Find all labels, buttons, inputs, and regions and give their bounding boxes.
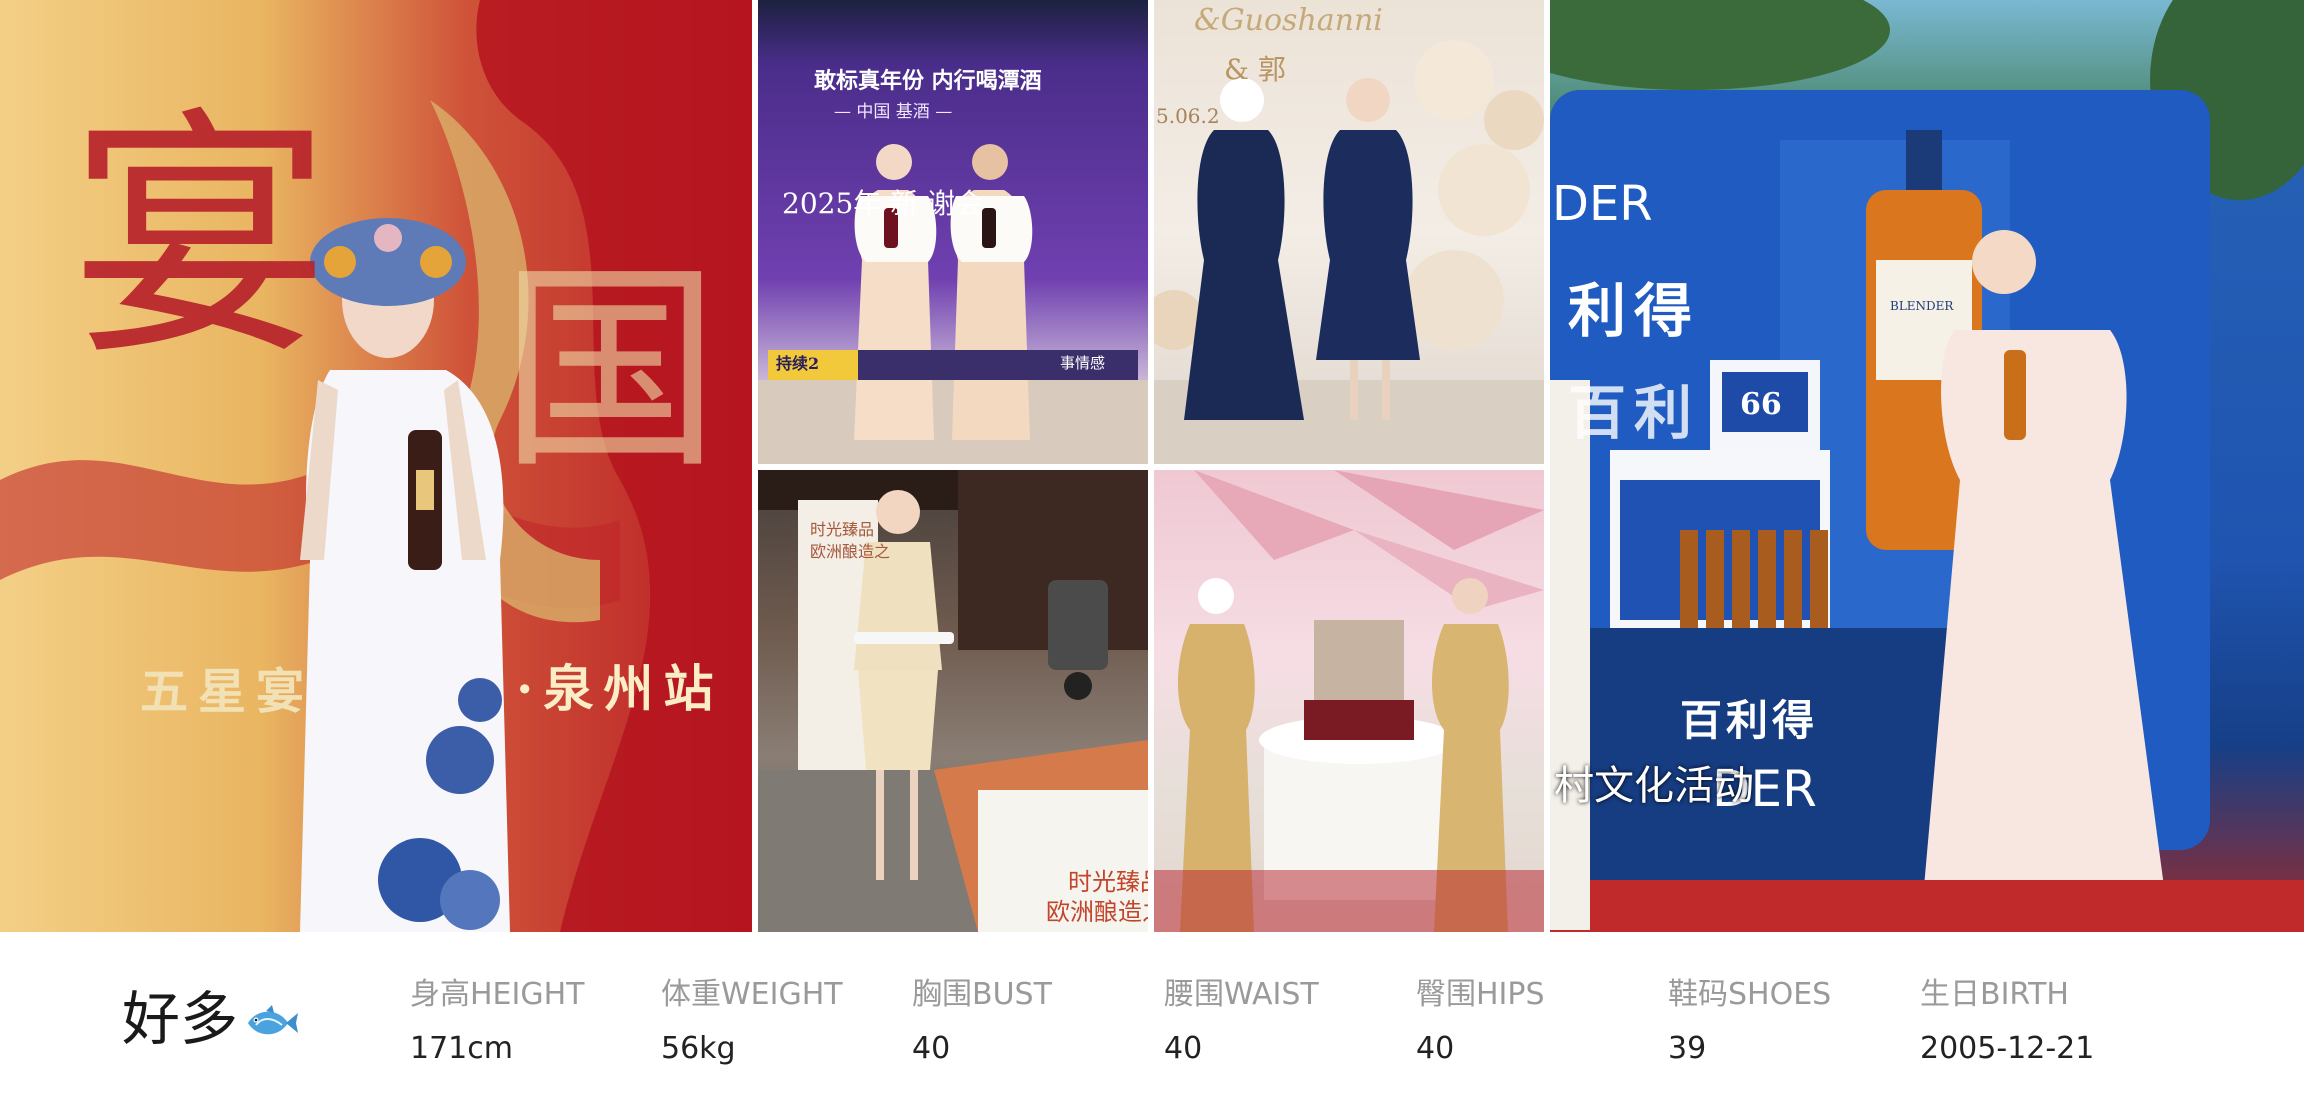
stat-label: 胸围BUST xyxy=(912,977,1052,1012)
photo-3-graphic xyxy=(1154,40,1544,464)
table-line-2: 欧洲酿造之 xyxy=(1046,898,1148,926)
poster-line-1: 时光臻品 xyxy=(810,520,875,539)
overlay-text: 村文化活动 xyxy=(1554,763,1754,809)
photo-navy-dresses[interactable]: &Guoshanni & 郭 5.06.2 xyxy=(1154,0,1544,464)
stat-label: 臀围HIPS xyxy=(1416,977,1545,1012)
stage-banner-right: 事情感 xyxy=(1060,354,1106,372)
stat-waist: 腰围WAIST 40 xyxy=(1164,980,1319,1064)
stat-label: 生日BIRTH xyxy=(1920,977,2069,1012)
calligraphy-text-2: 国 xyxy=(500,242,721,498)
stat-weight: 体重WEIGHT 56kg xyxy=(661,980,843,1064)
stat-bust: 胸围BUST 40 xyxy=(912,980,1052,1064)
wedding-names: & 郭 xyxy=(1224,53,1286,86)
stat-value: 40 xyxy=(912,1031,951,1066)
wedding-date: 5.06.2 xyxy=(1156,104,1220,128)
caption-left: 五星宴 xyxy=(140,664,315,720)
brand-cn-1: 利得 xyxy=(1568,277,1701,345)
stat-shoes: 鞋码SHOES 39 xyxy=(1668,980,1831,1064)
caption-right: ·泉州站 xyxy=(516,659,724,718)
brand-cn-2: 百利 xyxy=(1568,379,1701,447)
box-label: 66 xyxy=(1740,387,1782,422)
brand-en-top: DER xyxy=(1552,176,1653,232)
model-name-row: 好多 xyxy=(122,990,299,1048)
photo-suit-tray[interactable]: 时光臻品 欧洲酿造之 时光臻品 欧洲酿造之 xyxy=(758,470,1148,932)
table-line-1: 时光臻品 xyxy=(1068,868,1148,896)
model-name: 好多 xyxy=(122,985,239,1053)
photo-gold-dresses[interactable] xyxy=(1154,470,1544,932)
stat-label: 身高HEIGHT xyxy=(410,977,585,1012)
stat-value: 39 xyxy=(1668,1031,1707,1066)
poster-line-2: 欧洲酿造之 xyxy=(810,542,891,561)
stat-value: 40 xyxy=(1416,1031,1455,1066)
stat-value: 40 xyxy=(1164,1031,1203,1066)
photo-4-graphic xyxy=(758,470,1148,932)
stat-value: 56kg xyxy=(661,1031,736,1066)
photo-blender-promo[interactable]: DER 利得 百利 BLENDER 66 百利得 DER 村文化活动 xyxy=(1550,0,2304,932)
stage-title: 2025年 新 谢会 xyxy=(782,187,984,220)
wedding-script: &Guoshanni xyxy=(1194,3,1383,38)
stat-label: 鞋码SHOES xyxy=(1668,977,1832,1012)
stat-label: 体重WEIGHT xyxy=(661,977,843,1012)
fish-icon xyxy=(242,994,299,1035)
stat-height: 身高HEIGHT 171cm xyxy=(410,980,585,1064)
photo-stage-event[interactable]: 敢标真年份 内行喝潭酒 — 中国 基酒 — 2025年 新 谢会 持续2 事情感 xyxy=(758,0,1148,464)
table-brand-cn: 百利得 xyxy=(1680,696,1819,745)
stat-label: 腰围WAIST xyxy=(1164,977,1319,1012)
stage-subtitle: — 中国 基酒 — xyxy=(834,102,953,122)
stat-birth: 生日BIRTH 2005-12-21 xyxy=(1920,980,2094,1064)
calligraphy-text-1: 宴 xyxy=(70,89,330,391)
stat-hips: 臀围HIPS 40 xyxy=(1416,980,1545,1064)
photo-cheongsam-model[interactable]: 宴 国 五星宴 ·泉州站 xyxy=(0,0,752,932)
bottle-label: BLENDER xyxy=(1890,299,1954,313)
stat-value: 2005-12-21 xyxy=(1920,1031,2095,1066)
stage-banner: 持续2 xyxy=(776,354,820,373)
profile-info-bar: 好多 身高HEIGHT 171cm 体重WEIGHT 56kg 胸围BUST 4… xyxy=(0,932,2304,1116)
stage-slogan: 敢标真年份 内行喝潭酒 xyxy=(814,68,1042,94)
stat-value: 171cm xyxy=(410,1031,513,1066)
photo-5-graphic xyxy=(1154,470,1544,932)
